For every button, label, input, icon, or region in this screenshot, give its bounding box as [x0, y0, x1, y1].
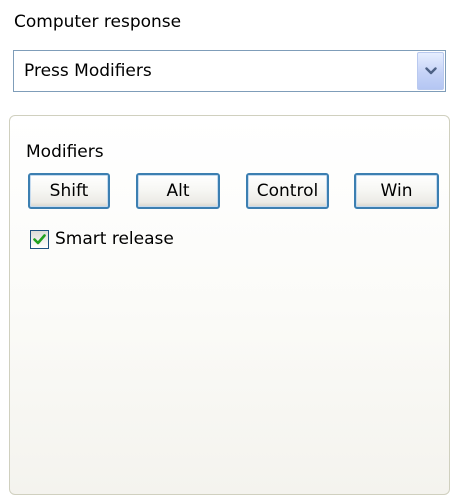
smart-release-checkbox[interactable] — [30, 229, 49, 249]
win-button[interactable]: Win — [354, 173, 439, 209]
computer-response-value: Press Modifiers — [24, 61, 152, 81]
smart-release-option[interactable]: Smart release — [30, 226, 174, 252]
computer-response-dropdown[interactable]: Press Modifiers — [13, 50, 446, 92]
computer-response-label: Computer response — [14, 12, 182, 32]
checkmark-icon — [33, 233, 46, 244]
alt-button[interactable]: Alt — [136, 173, 220, 209]
modifiers-label: Modifiers — [26, 142, 104, 162]
modifiers-panel — [9, 115, 450, 495]
chevron-down-icon — [424, 67, 437, 75]
smart-release-label: Smart release — [55, 229, 174, 249]
shift-button[interactable]: Shift — [28, 173, 110, 209]
dropdown-button[interactable] — [417, 52, 444, 90]
control-button[interactable]: Control — [246, 173, 329, 209]
